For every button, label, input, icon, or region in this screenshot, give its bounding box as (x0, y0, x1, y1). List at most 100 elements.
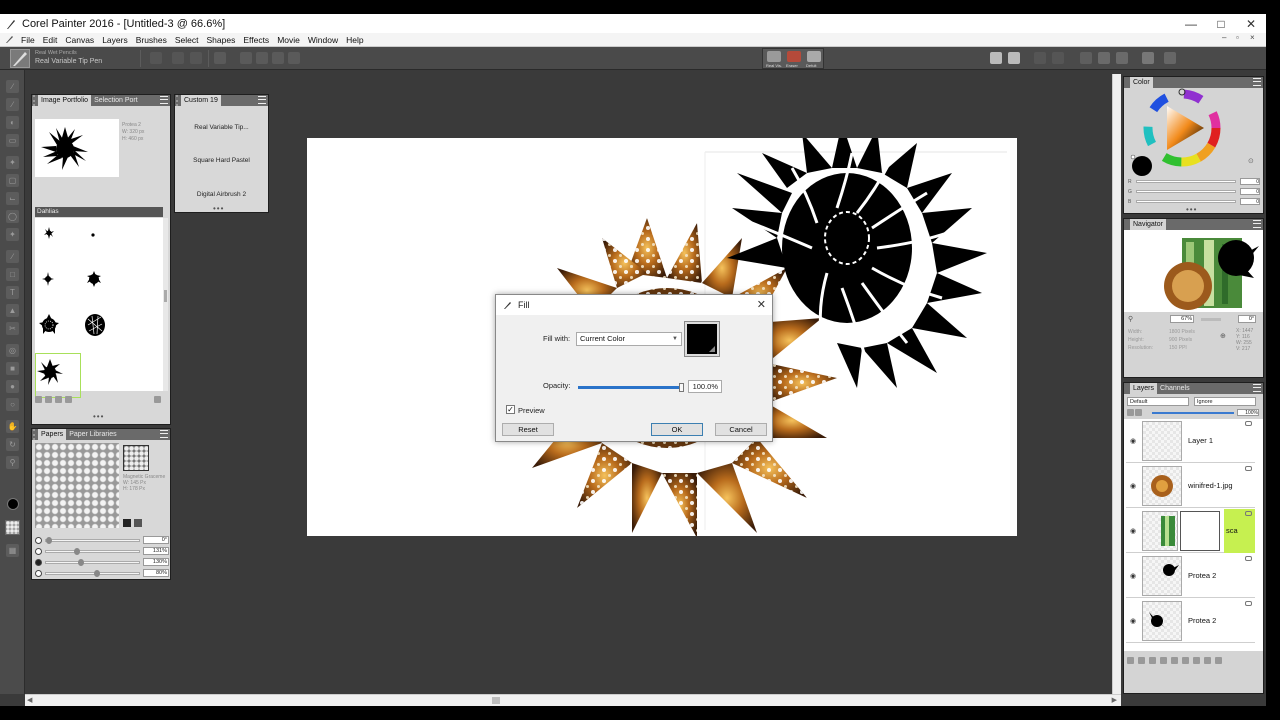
doc-close-icon[interactable]: × (1250, 33, 1255, 42)
eraser-tool-icon[interactable]: ▭ (6, 134, 19, 147)
navigator-preview[interactable] (1124, 230, 1263, 312)
library-header[interactable]: Dahlias (35, 207, 163, 217)
menu-effects[interactable]: Effects (239, 35, 273, 45)
grabber-tool-icon[interactable]: ✋ (6, 420, 19, 433)
panel-resize-dots[interactable]: ••• (93, 412, 104, 421)
panel-menu-icon[interactable] (160, 96, 168, 104)
library-scrollbar[interactable] (163, 218, 168, 391)
visibility-eye-icon[interactable]: ◉ (1130, 572, 1136, 580)
tab-paper-libraries[interactable]: Paper Libraries (66, 429, 119, 440)
panel-menu-icon[interactable] (258, 96, 266, 104)
default-brush-icon[interactable] (807, 51, 821, 62)
ok-button[interactable]: OK (651, 423, 703, 436)
layer-lock-icon[interactable] (1245, 601, 1252, 606)
visibility-eye-icon[interactable]: ◉ (1130, 617, 1136, 625)
red-value[interactable]: 0 (1240, 178, 1260, 185)
panel-menu-icon[interactable] (1253, 220, 1261, 228)
layer-lock-icon[interactable] (1245, 421, 1252, 426)
dialog-close-icon[interactable]: ✕ (757, 298, 766, 311)
composite-depth-select[interactable]: Ignore (1194, 397, 1256, 406)
magnifier-icon[interactable]: ⚲ (6, 456, 19, 469)
composite-method-select[interactable]: Default (1127, 397, 1189, 406)
main-color-swatch[interactable] (7, 498, 19, 510)
color-wheel[interactable]: ⊙ (1124, 88, 1263, 178)
zoom-slider[interactable] (1201, 317, 1222, 321)
green-slider[interactable] (1136, 190, 1236, 193)
dynamic-plugins-icon[interactable] (1138, 656, 1145, 664)
current-color-circle[interactable] (1132, 156, 1152, 176)
tab-channels[interactable]: Channels (1157, 383, 1193, 394)
canvas-vertical-scrollbar[interactable] (1112, 74, 1121, 694)
layer-name[interactable]: Layer 1 (1188, 436, 1213, 445)
scroll-thumb[interactable] (492, 697, 500, 704)
minimize-button[interactable]: — (1176, 14, 1206, 33)
paper-option-icon[interactable] (134, 519, 142, 527)
maximize-button[interactable]: □ (1206, 14, 1236, 33)
shape-tool-icon[interactable]: □ (6, 268, 19, 281)
layer-row[interactable]: ◉ winifred-1.jpg (1126, 464, 1255, 508)
crop-tool-icon[interactable]: ⌙ (6, 192, 19, 205)
layer-lock-icon[interactable] (1245, 511, 1252, 516)
eraser-icon[interactable] (787, 51, 801, 62)
undo-icon[interactable] (1034, 52, 1046, 64)
paper-scale-slider[interactable]: 131% (35, 546, 169, 556)
drag-handle[interactable] (33, 95, 37, 106)
doc-restore-icon[interactable]: ▫ (1236, 33, 1239, 42)
library-option-icon[interactable] (55, 395, 62, 403)
brush-selector-icon[interactable] (10, 49, 30, 68)
layer-lock-icon[interactable] (1245, 466, 1252, 471)
brush-option-icon[interactable] (272, 52, 284, 64)
brush-tracking-icon[interactable] (1142, 52, 1154, 64)
zoom-icon[interactable]: ⚲ (1128, 315, 1133, 323)
brush-category[interactable]: Real Wet Pencils (35, 50, 77, 56)
panel-menu-icon[interactable] (1253, 78, 1261, 86)
library-item[interactable] (35, 308, 81, 353)
tab-image-portfolio[interactable]: Image Portfolio (38, 95, 92, 106)
stroke-type-icon[interactable] (190, 52, 202, 64)
opacity-value-field[interactable]: 100.0% (688, 380, 722, 393)
layer-opacity-slider[interactable] (1152, 412, 1234, 414)
tab-papers[interactable]: Papers (38, 429, 67, 440)
library-option-icon[interactable] (35, 395, 42, 403)
opacity-slider[interactable] (578, 383, 684, 392)
library-item[interactable] (81, 218, 127, 263)
layer-name[interactable]: sca (1226, 526, 1238, 535)
stroke-type-icon[interactable] (172, 52, 184, 64)
portfolio-preview[interactable] (35, 119, 119, 177)
tab-layers[interactable]: Layers (1130, 383, 1158, 394)
paper-contrast-slider[interactable]: 130% (35, 557, 169, 567)
blue-value[interactable]: 0 (1240, 198, 1260, 205)
menu-edit[interactable]: Edit (39, 35, 62, 45)
layer-name[interactable]: Protea 2 (1188, 616, 1216, 625)
ungroup-icon[interactable] (1160, 656, 1167, 664)
menu-window[interactable]: Window (304, 35, 342, 45)
scissors-tool-icon[interactable]: ✂ (6, 322, 19, 335)
layout-icon[interactable] (990, 52, 1002, 64)
library-item[interactable] (35, 218, 81, 263)
rubber-stamp-icon[interactable]: ■ (6, 362, 19, 375)
zoom-field[interactable]: 67% (1170, 315, 1195, 323)
mask-icon[interactable] (1182, 656, 1189, 664)
delete-layer-icon[interactable] (1215, 656, 1222, 664)
menu-shapes[interactable]: Shapes (203, 35, 240, 45)
drag-handle[interactable] (176, 95, 180, 106)
pen-tool-icon[interactable]: ∕ (6, 250, 19, 263)
canvas-horizontal-scrollbar[interactable]: ◀ ▶ (25, 694, 1121, 706)
library-option-icon[interactable] (154, 395, 161, 403)
panel-resize-dots[interactable]: ••• (213, 204, 224, 213)
layer-name[interactable]: Protea 2 (1188, 571, 1216, 580)
transform-tool-icon[interactable]: ▢ (6, 174, 19, 187)
panel-toggle-icon[interactable] (1164, 52, 1176, 64)
brush-option-icon[interactable] (256, 52, 268, 64)
blue-slider[interactable] (1136, 200, 1236, 203)
redo-icon[interactable] (1052, 52, 1064, 64)
brush-option-icon[interactable] (288, 52, 300, 64)
lasso-tool-icon[interactable]: ◯ (6, 210, 19, 223)
new-layer-icon[interactable] (1204, 656, 1211, 664)
red-slider[interactable] (1136, 180, 1236, 183)
library-item-selected[interactable] (35, 353, 81, 398)
doc-minimize-icon[interactable]: – (1222, 33, 1226, 42)
shape-selection-icon[interactable]: ▲ (6, 304, 19, 317)
library-item[interactable] (35, 263, 81, 308)
magic-wand-icon[interactable]: ✦ (6, 228, 19, 241)
